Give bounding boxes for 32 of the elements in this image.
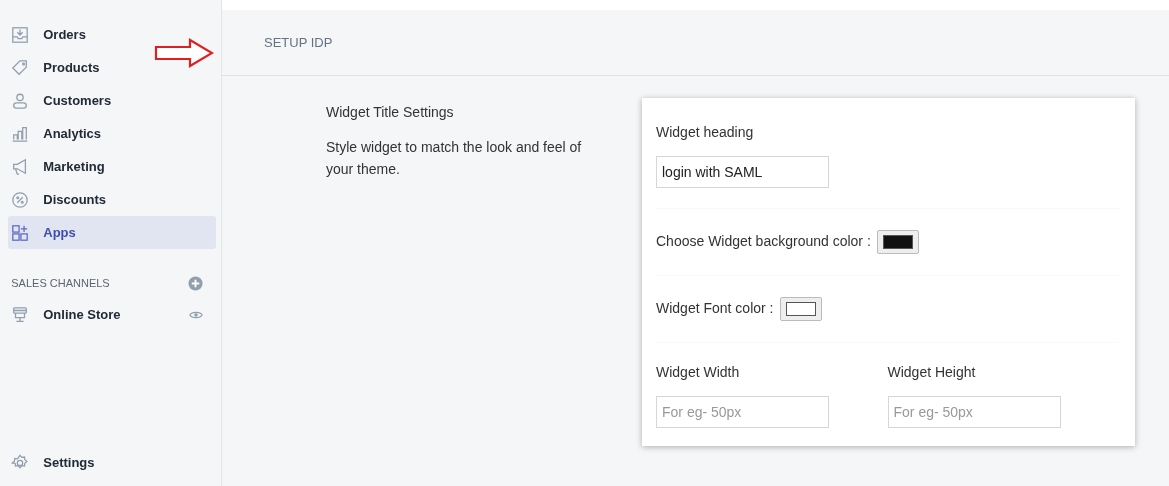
- sidebar-item[interactable]: Apps: [8, 216, 216, 249]
- input-field[interactable]: login with SAML: [656, 156, 829, 188]
- sidebar-item[interactable]: Customers: [8, 84, 216, 117]
- add-icon[interactable]: [188, 276, 203, 291]
- sidebar-item[interactable]: Marketing: [8, 150, 216, 183]
- sidebar-item[interactable]: Products: [8, 51, 216, 84]
- section-description: Style widget to match the look and feel of your theme.: [326, 138, 583, 180]
- field-label: Choose Widget background color :: [656, 232, 871, 251]
- field-label: Widget Height: [887, 363, 977, 382]
- inbox-icon: [11, 25, 30, 44]
- pointer-arrow-icon: [154, 38, 214, 68]
- bar-chart-icon: [11, 124, 30, 143]
- section-title: Widget Title Settings: [326, 103, 455, 122]
- tag-icon: [11, 58, 30, 77]
- sidebar-item[interactable]: Analytics: [8, 117, 216, 150]
- color-picker[interactable]: [877, 229, 920, 254]
- field-label: Widget Font color :: [656, 299, 774, 318]
- sidebar-item[interactable]: Discounts: [8, 183, 216, 216]
- sidebar-item[interactable]: Online Store: [8, 298, 121, 332]
- page-title: SETUP IDP: [264, 33, 333, 52]
- percent-badge-icon: [11, 190, 30, 209]
- input-field[interactable]: For eg- 50px: [887, 396, 1061, 428]
- storefront-icon: [11, 306, 30, 324]
- section-heading: SALES CHANNELS: [11, 276, 110, 292]
- person-icon: [11, 91, 30, 110]
- input-field[interactable]: For eg- 50px: [656, 396, 829, 428]
- settings-item[interactable]: Settings: [8, 446, 216, 480]
- field-label: Widget heading: [656, 123, 755, 142]
- sidebar-item[interactable]: Orders: [8, 18, 216, 51]
- color-picker[interactable]: [780, 296, 822, 321]
- grid-plus-icon: [11, 223, 30, 242]
- field-label: Widget Width: [656, 363, 741, 382]
